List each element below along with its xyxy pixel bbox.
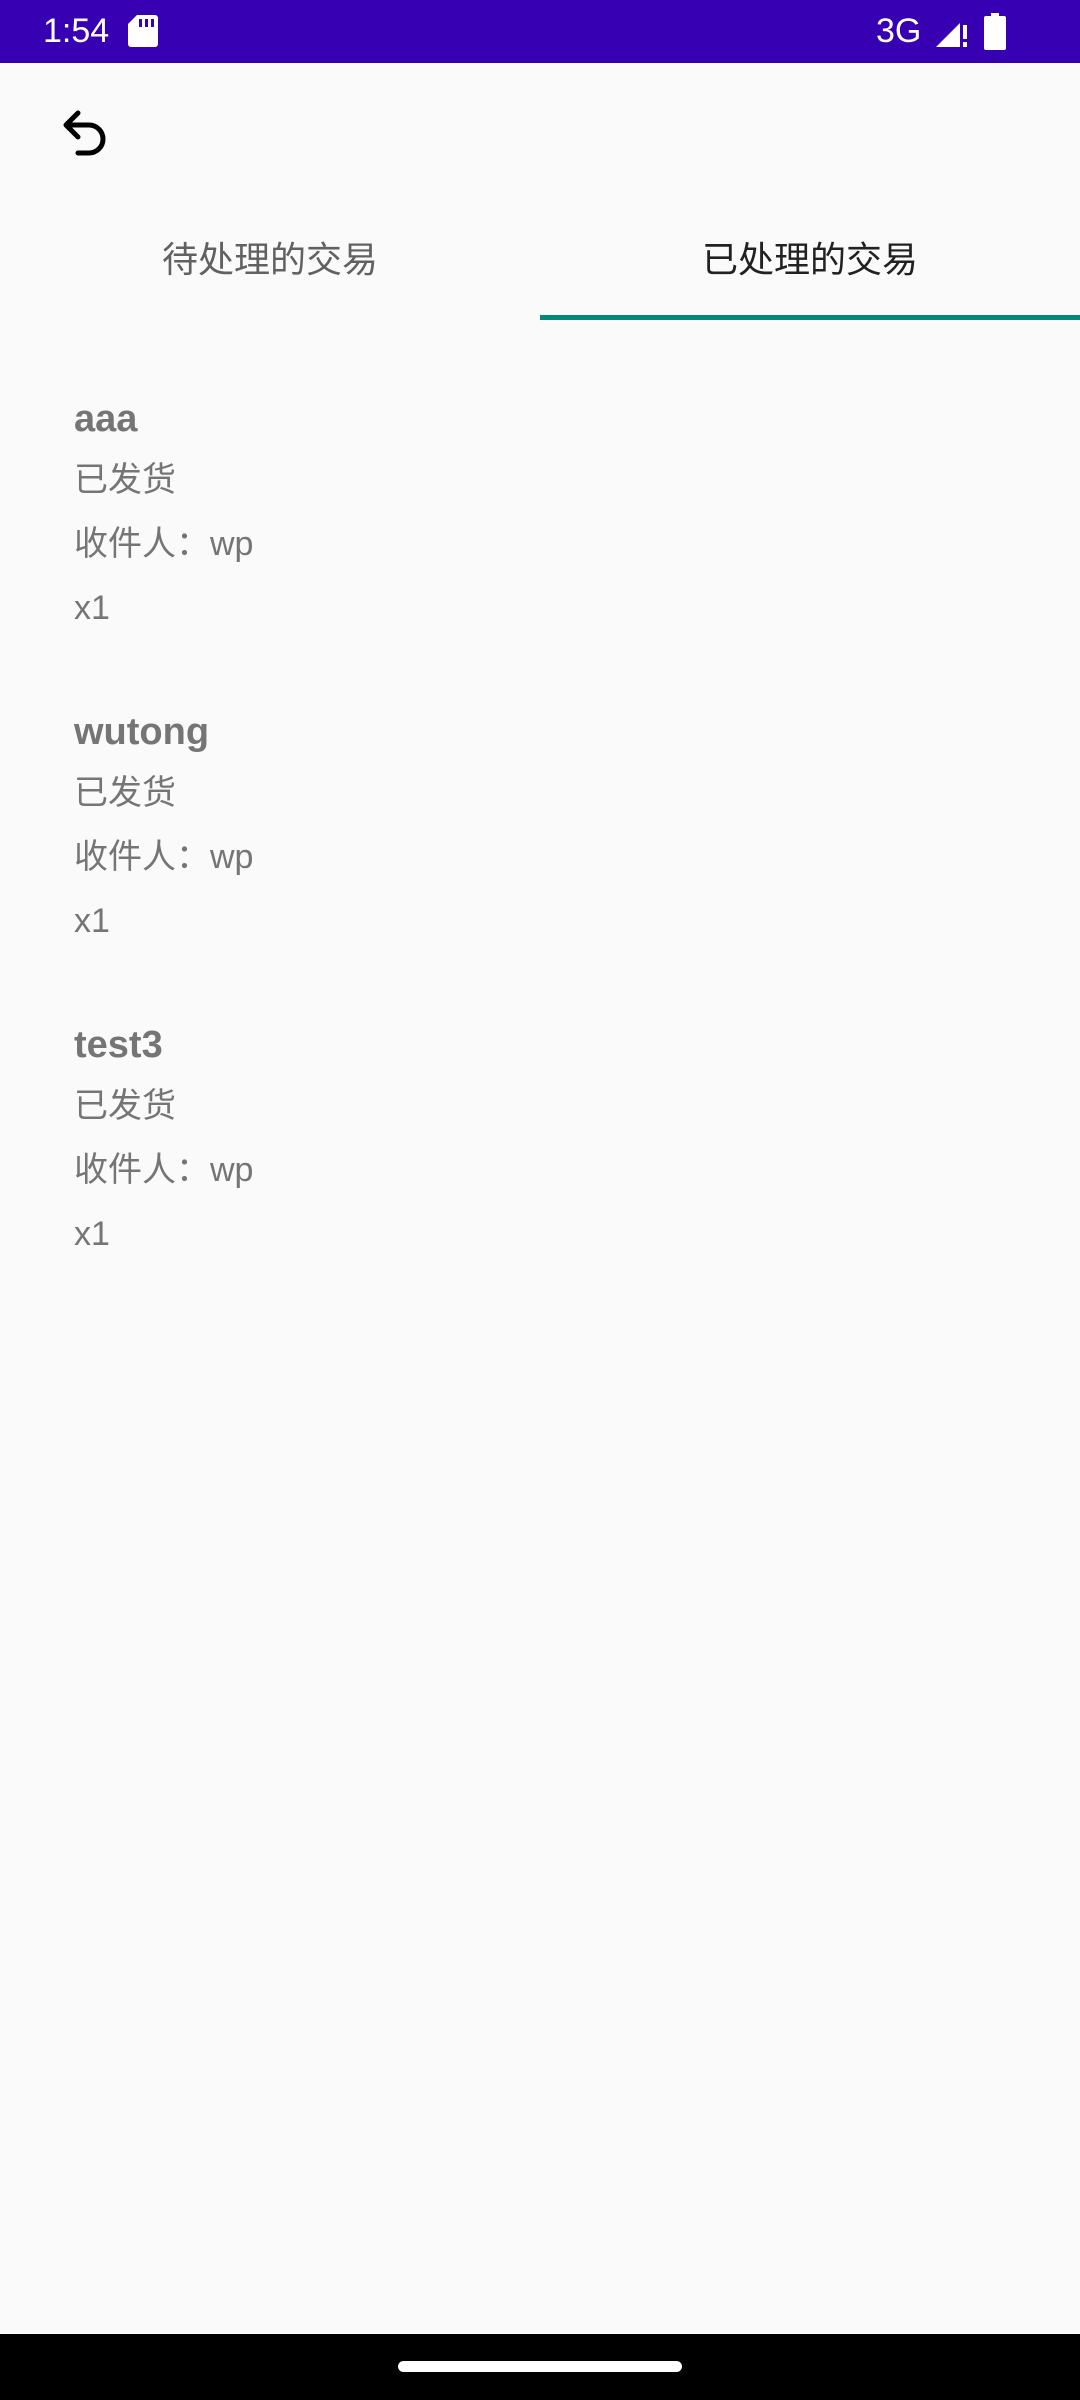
tab-bar: 待处理的交易 已处理的交易 <box>0 195 1080 320</box>
status-time: 1:54 <box>43 12 110 50</box>
home-gesture-handle[interactable] <box>398 2361 682 2372</box>
system-navigation-bar <box>0 2334 1080 2400</box>
order-quantity: x1 <box>74 1215 110 1253</box>
order-item-name: test3 <box>74 1024 163 1066</box>
order-item-name: aaa <box>74 398 138 440</box>
battery-icon <box>984 13 1006 50</box>
signal-icon <box>934 15 968 49</box>
active-tab-indicator <box>540 315 1080 320</box>
order-status: 已发货 <box>74 1087 176 1125</box>
list-item[interactable]: test3 已发货 收件人：wp x1 <box>0 1016 1080 1329</box>
order-status: 已发货 <box>74 774 176 812</box>
order-recipient: 收件人：wp <box>74 1151 254 1189</box>
order-recipient: 收件人：wp <box>74 525 254 563</box>
network-type-label: 3G <box>876 12 922 50</box>
sd-card-icon <box>128 14 158 48</box>
tab-pending-transactions[interactable]: 待处理的交易 <box>0 195 540 319</box>
undo-arrow-icon <box>56 99 116 164</box>
toolbar <box>0 63 1080 191</box>
list-item[interactable]: wutong 已发货 收件人：wp x1 <box>0 703 1080 1016</box>
order-quantity: x1 <box>74 589 110 627</box>
order-quantity: x1 <box>74 902 110 940</box>
order-recipient: 收件人：wp <box>74 838 254 876</box>
tab-processed-transactions[interactable]: 已处理的交易 <box>540 195 1080 319</box>
status-bar: 1:54 3G <box>0 0 1080 63</box>
list-item[interactable]: aaa 已发货 收件人：wp x1 <box>0 390 1080 703</box>
processed-order-list: aaa 已发货 收件人：wp x1 wutong 已发货 收件人：wp x1 t… <box>0 390 1080 1329</box>
order-status: 已发货 <box>74 461 176 499</box>
order-item-name: wutong <box>74 711 210 753</box>
back-button[interactable] <box>44 89 128 173</box>
